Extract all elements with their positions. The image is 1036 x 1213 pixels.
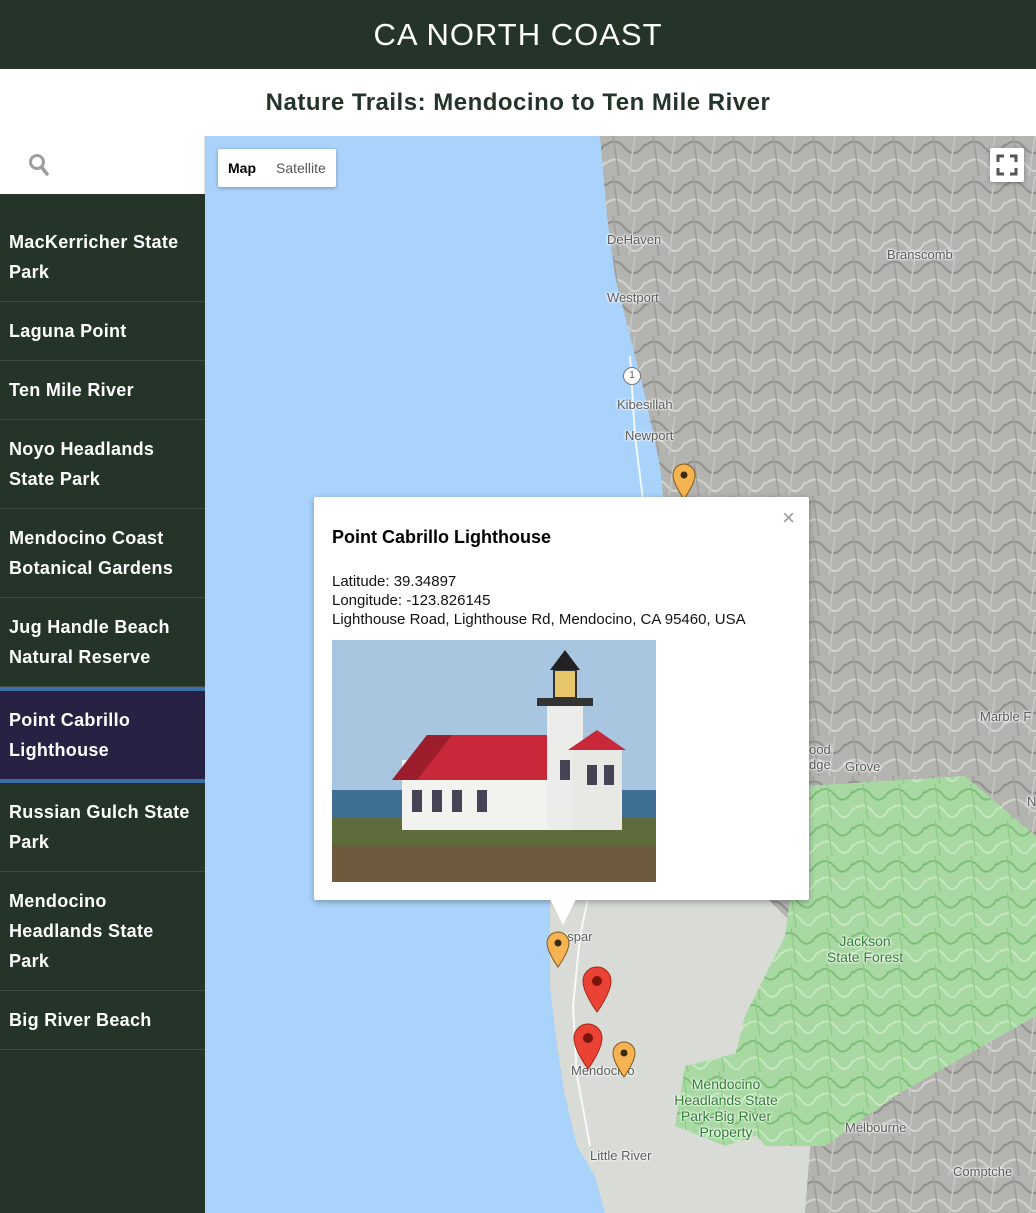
trail-item-jug-handle[interactable]: Jug Handle Beach Natural Reserve xyxy=(0,598,205,687)
fullscreen-icon xyxy=(996,154,1018,176)
place-label-grove: Grove xyxy=(845,759,881,774)
place-label-comptche: Comptche xyxy=(953,1164,1013,1179)
map[interactable]: Map Satellite DeHaven Branscomb Westport… xyxy=(205,136,1036,1213)
page-subtitle-text: Nature Trails: Mendocino to Ten Mile Riv… xyxy=(265,88,771,116)
map-marker-default-icon[interactable] xyxy=(611,1040,637,1078)
fullscreen-button[interactable] xyxy=(990,148,1024,182)
lighthouse-photo xyxy=(332,640,656,882)
place-label-idge: dge xyxy=(809,757,831,772)
place-label-kibesillah: Kibesillah xyxy=(617,397,673,412)
trail-item-russian-gulch[interactable]: Russian Gulch State Park xyxy=(0,783,205,872)
app-title: CA NORTH COAST xyxy=(373,16,663,52)
info-window: × Point Cabrillo Lighthouse Latitude: 39… xyxy=(314,497,809,925)
trail-item-botanical-gardens[interactable]: Mendocino Coast Botanical Gardens xyxy=(0,509,205,598)
info-window-longitude: Longitude: -123.826145 xyxy=(332,592,491,609)
map-marker-default-icon[interactable] xyxy=(545,930,571,968)
place-label-mendocino-headlands: Mendocino Headlands State Park-Big River… xyxy=(674,1076,778,1140)
trail-item-mackerricher[interactable]: MacKerricher State Park xyxy=(0,194,205,302)
trail-item-noyo-headlands[interactable]: Noyo Headlands State Park xyxy=(0,420,205,509)
map-type-control: Map Satellite xyxy=(218,149,336,187)
close-icon[interactable]: × xyxy=(782,507,795,529)
info-window-tail xyxy=(550,899,576,925)
place-label-marble: Marble F xyxy=(980,709,1032,724)
info-window-title: Point Cabrillo Lighthouse xyxy=(332,527,551,547)
trail-item-point-cabrillo[interactable]: Point Cabrillo Lighthouse xyxy=(0,687,205,783)
search-icon[interactable] xyxy=(28,153,50,177)
trail-list: MacKerricher State Park Laguna Point Ten… xyxy=(0,194,205,1050)
place-label-jackson-state-forest: Jackson State Forest xyxy=(826,933,904,965)
map-marker-selected-icon[interactable] xyxy=(581,965,613,1013)
place-label-n: N xyxy=(1027,794,1036,809)
trail-item-big-river-beach[interactable]: Big River Beach xyxy=(0,991,205,1050)
map-marker-selected-icon[interactable] xyxy=(572,1022,604,1070)
place-label-westport: Westport xyxy=(607,290,659,305)
app-header: CA NORTH COAST xyxy=(0,0,1036,69)
trail-item-laguna-point[interactable]: Laguna Point xyxy=(0,302,205,361)
page-subtitle: Nature Trails: Mendocino to Ten Mile Riv… xyxy=(0,69,1036,136)
place-label-little-river: Little River xyxy=(590,1148,652,1163)
trail-item-ten-mile-river[interactable]: Ten Mile River xyxy=(0,361,205,420)
sidebar: MacKerricher State Park Laguna Point Ten… xyxy=(0,136,205,1213)
place-label-wood: ood xyxy=(809,742,831,757)
place-label-dehaven: DeHaven xyxy=(607,232,662,247)
map-type-satellite-button[interactable]: Satellite xyxy=(266,149,336,187)
search-input[interactable] xyxy=(0,136,205,194)
info-window-address: Lighthouse Road, Lighthouse Rd, Mendocin… xyxy=(332,611,746,628)
map-marker-default-icon[interactable] xyxy=(671,462,697,500)
place-label-melbourne: Melbourne xyxy=(845,1120,907,1135)
route-1-shield: 1 xyxy=(623,367,641,385)
trail-item-mendocino-headlands[interactable]: Mendocino Headlands State Park xyxy=(0,872,205,991)
place-label-newport: Newport xyxy=(625,428,674,443)
place-label-branscomb: Branscomb xyxy=(887,247,953,262)
map-type-map-button[interactable]: Map xyxy=(218,149,266,187)
info-window-latitude: Latitude: 39.34897 xyxy=(332,573,457,590)
